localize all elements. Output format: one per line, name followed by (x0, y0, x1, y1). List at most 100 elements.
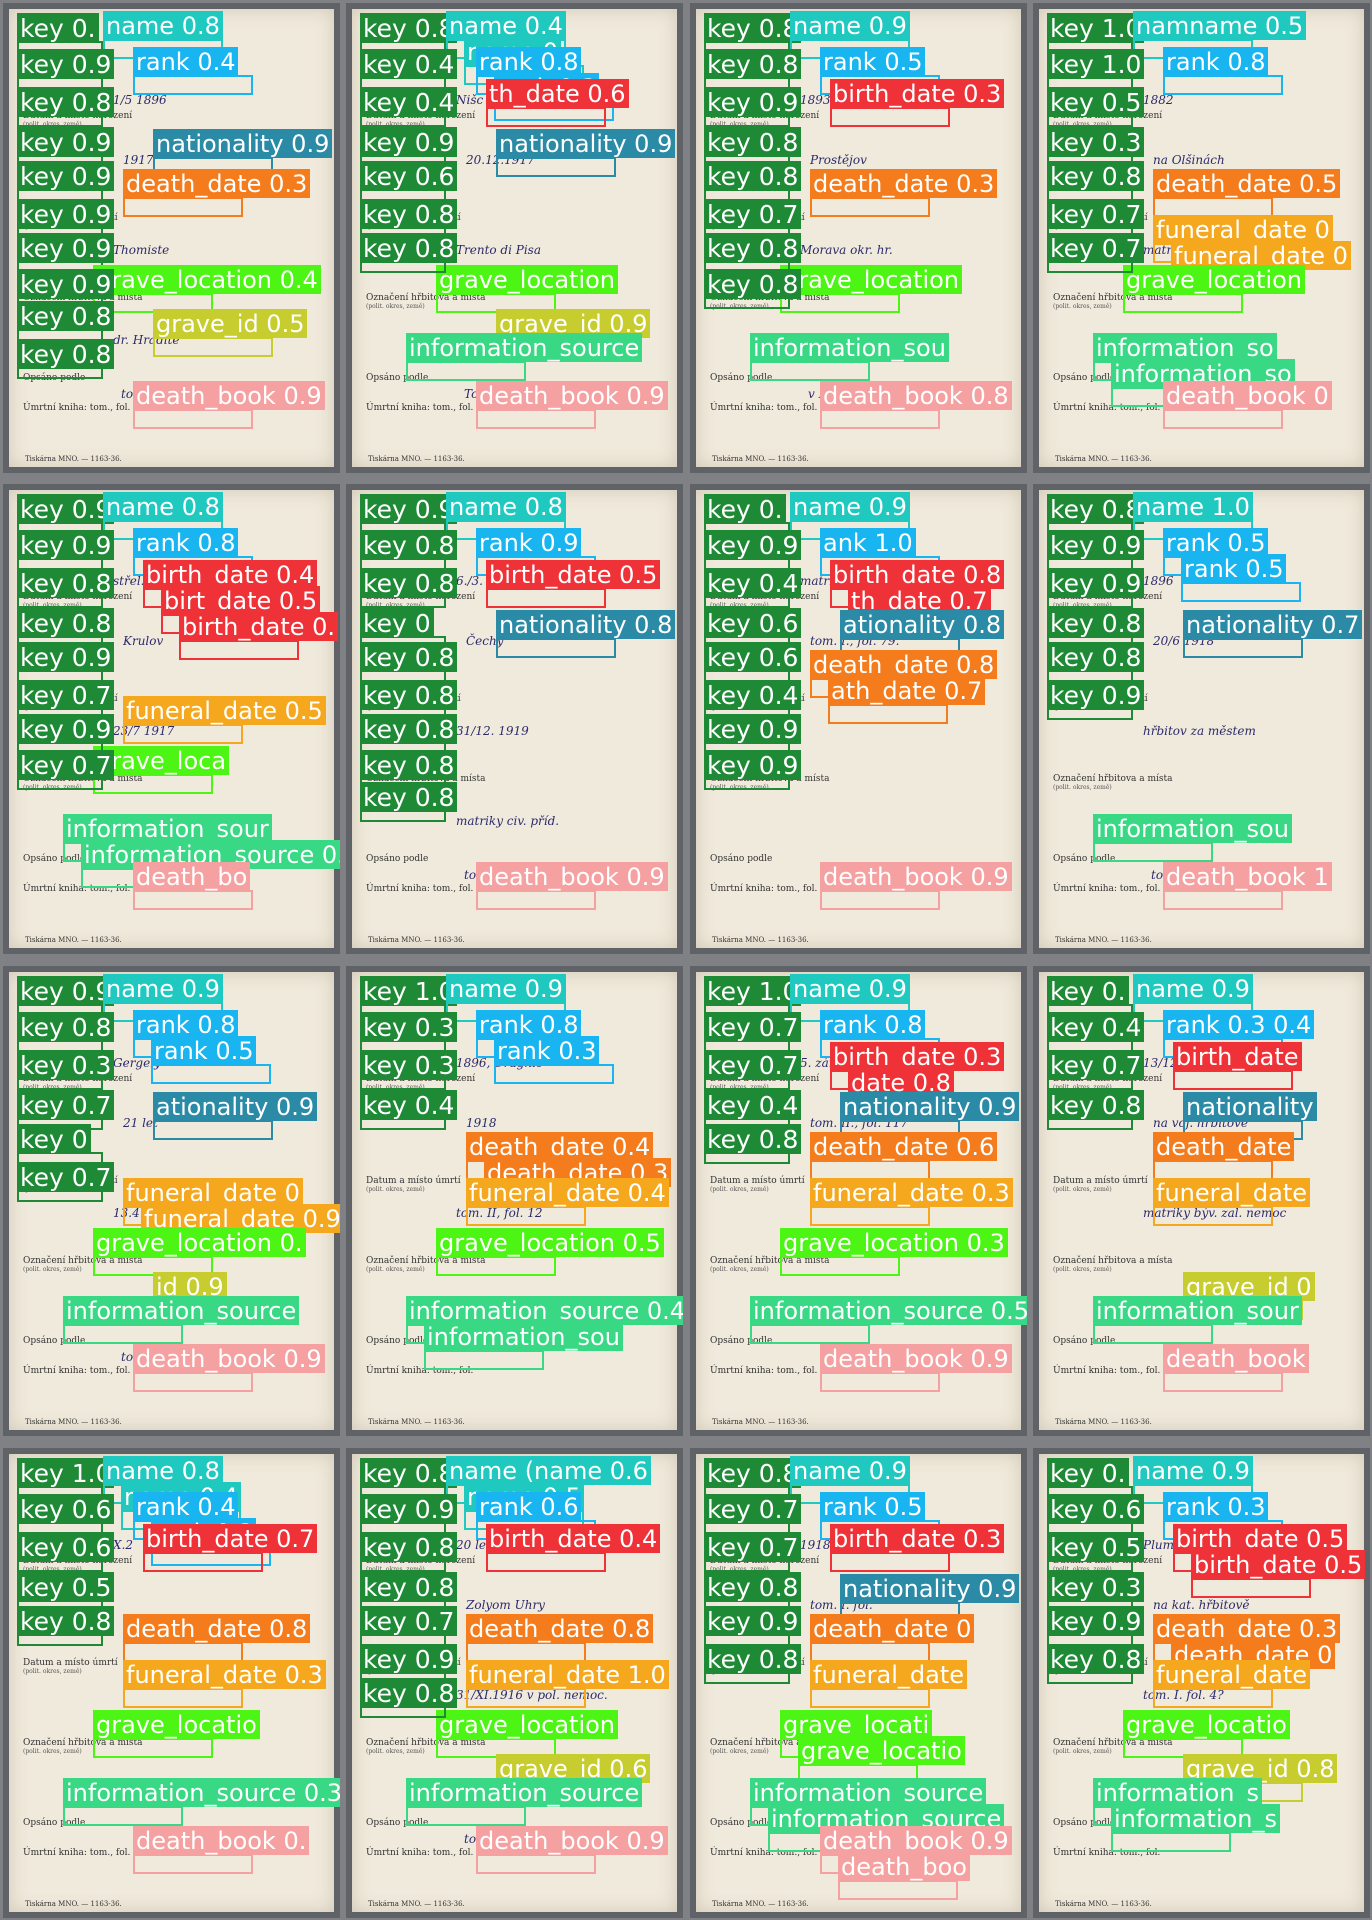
detection-funeral-date[interactable]: funeral_date (1153, 1178, 1310, 1207)
detection-name[interactable]: name 0.9 (790, 11, 910, 40)
detection-name[interactable]: name 0.9 (790, 492, 910, 521)
detection-information-source[interactable]: information_source (750, 1778, 987, 1807)
detection-key[interactable]: key 0.9 (1047, 680, 1145, 710)
detection-death-book[interactable]: death_book 0.9 (820, 1344, 1012, 1373)
detection-nationality[interactable]: nationality 0.9 (496, 129, 676, 158)
detection-death-book[interactable]: death_book 0.9 (476, 1826, 668, 1855)
detection-birth-date[interactable]: birth_date 0.5 (1191, 1550, 1366, 1579)
detection-name[interactable]: name 0.9 (103, 974, 223, 1003)
detection-key[interactable]: key 0.8 (360, 750, 458, 780)
detection-grave-id[interactable]: grave_id 0.5 (153, 309, 308, 338)
detection-key[interactable]: key 0.8 (360, 1532, 458, 1562)
detection-key[interactable]: key 0.9 (704, 1606, 802, 1636)
detection-information-source[interactable]: information_source 0.3 (63, 1778, 340, 1807)
detection-key[interactable]: key 0 (17, 1124, 91, 1154)
detection-death-book[interactable]: death_book 0.9 (820, 862, 1012, 891)
detection-rank[interactable]: rank 0.8 (820, 1010, 926, 1039)
detection-birth-date[interactable]: birth_date (1173, 1042, 1302, 1071)
detection-name[interactable]: name 0.8 (103, 492, 223, 521)
detection-death-date[interactable]: death_date 0.4 (466, 1132, 654, 1161)
detection-death-book[interactable]: death_book 0.9 (476, 862, 668, 891)
detection-key[interactable]: key 0.7 (1047, 1050, 1145, 1080)
detection-key[interactable]: key 0.7 (1047, 199, 1145, 229)
detection-funeral-date[interactable]: funeral_date 0.4 (466, 1178, 669, 1207)
detection-key[interactable]: key 0.7 (704, 199, 802, 229)
detection-rank[interactable]: rank 0.3 0.4 (1163, 1010, 1315, 1039)
result-tile[interactable]: Datum a místo narození(polit. okres, zem… (346, 3, 683, 473)
detection-key[interactable]: key 0.7 (704, 1012, 802, 1042)
detection-key[interactable]: key 0.8 (704, 161, 802, 191)
detection-key[interactable]: key 0.9 (17, 530, 115, 560)
detection-grave-location[interactable]: grave_location 0.5 (436, 1228, 664, 1257)
detection-key[interactable]: key 0. (1047, 1458, 1129, 1488)
detection-key[interactable]: key 0.7 (17, 680, 115, 710)
detection-key[interactable]: key 0.3 (1047, 127, 1145, 157)
detection-name[interactable]: name 0.8 (446, 492, 566, 521)
detection-death-book[interactable]: death_book 0.9 (820, 1826, 1012, 1855)
detection-death-date[interactable]: death_date 0.8 (466, 1614, 654, 1643)
detection-death-book[interactable]: death_book 0.8 (820, 381, 1012, 410)
detection-key[interactable]: key 0.9 (17, 642, 115, 672)
detection-key[interactable]: key 0.9 (360, 1644, 458, 1674)
detection-key[interactable]: key 0.7 (17, 1090, 115, 1120)
detection-death-date[interactable]: ath_date 0.7 (828, 676, 986, 705)
result-tile[interactable]: Datum a místo narození(polit. okres, zem… (690, 3, 1027, 473)
detection-rank[interactable]: rank 0.6 (476, 1492, 582, 1521)
detection-key[interactable]: key 0.8 (360, 13, 458, 43)
detection-key[interactable]: key 0.8 (17, 608, 115, 638)
detection-key[interactable]: key 0.8 (17, 1012, 115, 1042)
detection-grave-location[interactable]: grave_location (436, 265, 619, 294)
detection-key[interactable]: key 0.7 (360, 1606, 458, 1636)
detection-rank[interactable]: rank 0.5 (1163, 528, 1269, 557)
detection-key[interactable]: key 0.9 (1047, 530, 1145, 560)
detection-key[interactable]: key 0.8 (360, 199, 458, 229)
detection-key[interactable]: key 0.3 (360, 1012, 458, 1042)
detection-key[interactable]: key 0.8 (360, 782, 458, 812)
detection-information-source[interactable]: information_sour (1093, 1296, 1302, 1325)
detection-key[interactable]: key 0 (360, 608, 434, 638)
detection-key[interactable]: key 0.3 (360, 1050, 458, 1080)
detection-key[interactable]: key 0.7 (17, 750, 115, 780)
detection-key[interactable]: key 0.9 (704, 530, 802, 560)
detection-nationality[interactable]: nationality 0.9 (840, 1574, 1020, 1603)
detection-name[interactable]: name 0.8 (103, 1456, 223, 1485)
detection-birth-date[interactable]: birth_date 0.5 (1173, 1524, 1348, 1553)
detection-nationality[interactable]: nationality 0.9 (153, 129, 333, 158)
detection-key[interactable]: key 0.8 (704, 1124, 802, 1154)
detection-rank[interactable]: rank 0.5 (1181, 554, 1287, 583)
detection-key[interactable]: key 0.9 (17, 494, 115, 524)
result-tile[interactable]: Datum a místo narození(polit. okres, zem… (346, 484, 683, 954)
detection-information-source[interactable]: information_source 0.4 (406, 1296, 683, 1325)
detection-key[interactable]: key 0.9 (704, 87, 802, 117)
result-tile[interactable]: Datum a místo narození(polit. okres, zem… (3, 484, 340, 954)
detection-key[interactable]: key 0.9 (360, 494, 458, 524)
detection-rank[interactable]: rank 0.4 (133, 47, 239, 76)
detection-key[interactable]: key 1.0 (1047, 49, 1145, 79)
detection-key[interactable]: key 0.9 (17, 714, 115, 744)
detection-death-date[interactable]: death_date 0.5 (1153, 169, 1341, 198)
detection-rank[interactable]: rank 0.4 (133, 1492, 239, 1521)
detection-key[interactable]: key 0.8 (1047, 161, 1145, 191)
detection-name[interactable]: name 0.9 (790, 1456, 910, 1485)
detection-birth-date[interactable]: birt_date 0.5 (161, 586, 321, 615)
detection-key[interactable]: key 0.7 (1047, 233, 1145, 263)
detection-name[interactable]: name 0.8 (103, 11, 223, 40)
detection-grave-location[interactable]: grave_locatio (798, 1736, 965, 1765)
detection-key[interactable]: key 0.8 (704, 13, 802, 43)
detection-key[interactable]: key 0.8 (360, 714, 458, 744)
detection-information-source[interactable]: information_sou (750, 333, 949, 362)
detection-death-book[interactable]: death_book (1163, 1344, 1309, 1373)
detection-name[interactable]: name 0.9 (446, 974, 566, 1003)
detection-birth-date[interactable]: birth_date 0.4 (486, 1524, 661, 1553)
detection-death-book[interactable]: death_book 0.9 (133, 381, 325, 410)
result-tile[interactable]: Datum a místo narození(polit. okres, zem… (346, 966, 683, 1436)
detection-birth-date[interactable]: th_date 0.6 (486, 79, 629, 108)
detection-key[interactable]: key 0.9 (704, 714, 802, 744)
detection-key[interactable]: key 0.8 (17, 568, 115, 598)
detection-death-book[interactable]: death_book 0 (1163, 381, 1332, 410)
detection-key[interactable]: key 0.4 (704, 1090, 802, 1120)
detection-grave-location[interactable]: grave_location 0.3 (780, 1228, 1008, 1257)
detection-key[interactable]: key 0.9 (1047, 1606, 1145, 1636)
detection-rank[interactable]: rank 0.8 (476, 1010, 582, 1039)
detection-key[interactable]: key 0.5 (1047, 87, 1145, 117)
